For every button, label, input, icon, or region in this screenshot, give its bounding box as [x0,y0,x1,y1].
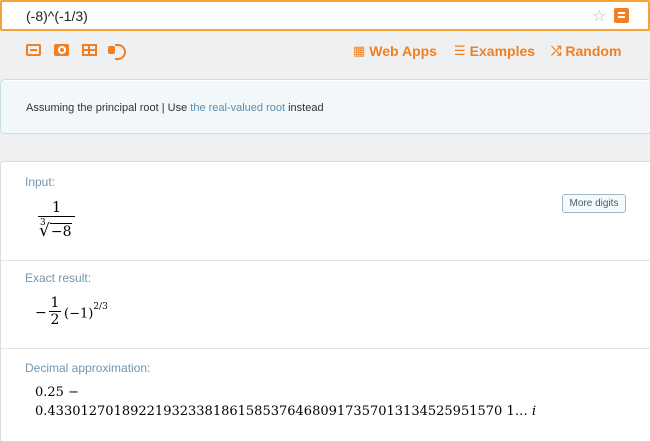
half-fraction: 1 2 [49,295,61,329]
toolbar: ▦ Web Apps ☰ Examples ⤮ Random [0,40,650,64]
power-expression: (−1)2/3 [64,302,108,322]
examples-label: Examples [469,43,536,59]
input-numerator: 1 [51,198,62,216]
assumption-prefix: Assuming the principal root | Use [26,102,191,114]
star-icon[interactable]: ☆ [592,6,606,26]
results-panel: Input: 1 3 √−8 Exact result: − 1 2 (−1)2… [0,161,650,441]
power-base: (−1) [64,306,94,322]
pod-title: Exact result: [25,271,92,285]
minus-sign: − [35,305,47,321]
exact-result-pod: Exact result: − 1 2 (−1)2/3 [1,261,650,348]
keyboard-icon[interactable] [26,44,41,56]
root-index: 3 [40,218,46,228]
assumption-text: Assuming the principal root | Use the re… [26,102,324,114]
grid-icon: ▦ [353,43,366,58]
search-input[interactable]: (-8)^(-1/3) [26,8,88,24]
search-bar[interactable]: (-8)^(-1/3) ☆ [0,0,650,31]
examples-link[interactable]: ☰ Examples [454,43,535,59]
random-label: Random [565,43,622,59]
decimal-line-2: 0.43301270189221932338186158537646809173… [35,404,536,419]
assumption-suffix: instead [285,102,324,114]
imaginary-unit: i [531,404,537,419]
shuffle-icon: ⤮ [551,43,562,58]
random-link[interactable]: ⤮ Random [551,43,621,59]
decimal-line-1: 0.25 − [35,385,79,400]
pod-title: Decimal approximation: [25,361,151,375]
table-icon[interactable] [82,44,97,56]
cube-root: 3 √−8 [39,218,73,241]
power-exponent: 2/3 [93,302,108,312]
assumption-box: Assuming the principal root | Use the re… [0,79,650,134]
decimal-digits: 0.43301270189221932338186158537646809173… [35,404,532,419]
real-valued-root-link[interactable]: the real-valued root [190,102,285,114]
web-apps-label: Web Apps [369,43,437,59]
list-icon: ☰ [454,43,466,58]
camera-icon[interactable] [54,44,69,56]
decimal-pod: Decimal approximation: 0.25 − 0.43301270… [1,349,650,439]
more-digits-button[interactable]: More digits [562,194,626,213]
input-fraction: 1 [38,198,75,217]
half-denominator: 2 [50,312,60,328]
input-pod: Input: 1 3 √−8 [1,162,650,260]
radicand: −8 [49,223,73,240]
half-numerator: 1 [50,295,60,311]
fraction-bar [38,216,75,217]
speaker-icon[interactable] [108,44,126,60]
web-apps-link[interactable]: ▦ Web Apps [353,43,437,59]
submit-icon[interactable] [614,8,629,23]
pod-title: Input: [25,175,56,189]
